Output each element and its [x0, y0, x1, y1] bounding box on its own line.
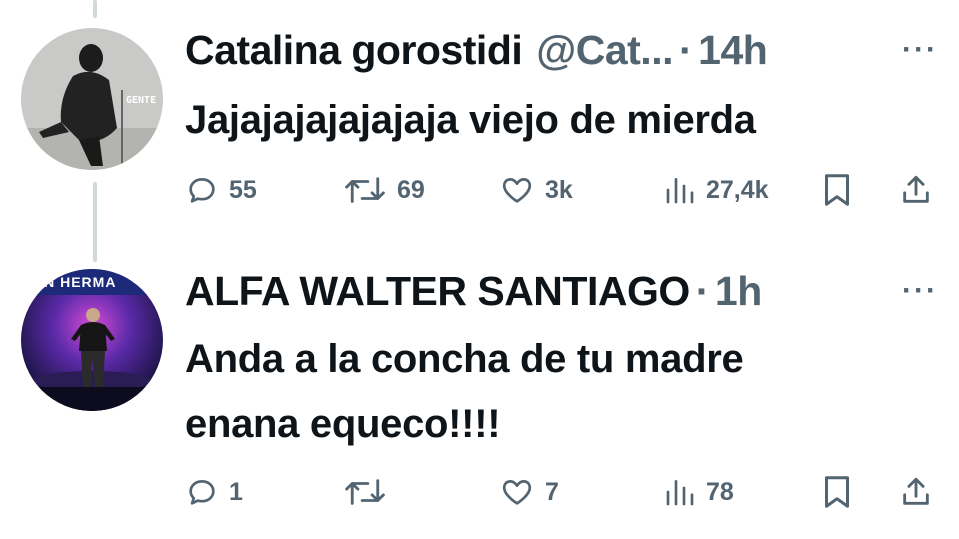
- like-button[interactable]: 7: [499, 470, 559, 514]
- like-count: 3k: [545, 175, 573, 204]
- user-handle[interactable]: @Cat...: [536, 27, 673, 74]
- reply-icon: [189, 480, 215, 505]
- more-options-icon[interactable]: ···: [902, 33, 938, 67]
- tweet-text-line-1: Anda a la concha de tu madre: [185, 337, 744, 381]
- tweet-text: Jajajajajajajaja viejo de mierda: [185, 98, 756, 142]
- display-name[interactable]: Catalina gorostidi: [185, 27, 523, 74]
- reply-count: 55: [229, 175, 257, 204]
- timestamp[interactable]: 14h: [698, 27, 768, 74]
- tweet-actions: 55 69 3k 27,4k: [185, 168, 935, 212]
- retweet-button[interactable]: [343, 470, 397, 514]
- tweet-header: ALFA WALTER SANTIAGO · 1h: [185, 266, 762, 316]
- share-button[interactable]: [899, 168, 933, 212]
- avatar-alfa[interactable]: AN HERMA: [21, 269, 163, 411]
- avatar-catalina[interactable]: GENTE: [21, 28, 163, 170]
- retweet-icon: [345, 479, 385, 505]
- tweet-actions: 1 7 78: [185, 470, 935, 514]
- thread-line-middle: [93, 182, 97, 262]
- reply-count: 1: [229, 477, 243, 506]
- like-button[interactable]: 3k: [499, 168, 573, 212]
- views-icon: [666, 178, 694, 204]
- share-button[interactable]: [899, 470, 933, 514]
- share-icon: [903, 477, 929, 505]
- views-count: 78: [706, 477, 734, 506]
- retweet-button[interactable]: 69: [343, 168, 425, 212]
- bookmark-icon: [825, 476, 849, 508]
- tweet-text-line-2: enana equeco!!!!: [185, 402, 501, 446]
- reply-icon: [189, 178, 215, 203]
- avatar-badge-text: GENTE: [126, 95, 157, 106]
- bookmark-button[interactable]: [822, 470, 852, 514]
- tweet-header: Catalina gorostidi @Cat... · 14h: [185, 25, 768, 75]
- bookmark-button[interactable]: [822, 168, 852, 212]
- reply-button[interactable]: 1: [185, 470, 243, 514]
- thread-line-top: [93, 0, 97, 18]
- avatar-banner-text: AN HERMA: [33, 274, 117, 290]
- timestamp[interactable]: 1h: [715, 268, 762, 315]
- separator-dot: ·: [695, 267, 710, 314]
- tweet-text: Anda a la concha de tu madre enana equec…: [185, 327, 925, 457]
- views-icon: [666, 480, 694, 506]
- separator-dot: ·: [678, 26, 693, 73]
- share-icon: [903, 175, 929, 203]
- retweet-count: 69: [397, 175, 425, 204]
- avatar-alfa-image: [21, 269, 163, 411]
- heart-icon: [502, 480, 532, 505]
- more-options-icon[interactable]: ···: [902, 274, 938, 308]
- like-count: 7: [545, 477, 559, 506]
- display-name[interactable]: ALFA WALTER SANTIAGO: [185, 268, 690, 315]
- reply-button[interactable]: 55: [185, 168, 257, 212]
- views-count: 27,4k: [706, 175, 769, 204]
- heart-icon: [502, 178, 532, 203]
- bookmark-icon: [825, 174, 849, 206]
- retweet-icon: [345, 177, 385, 203]
- views-button[interactable]: 78: [664, 470, 734, 514]
- views-button[interactable]: 27,4k: [664, 168, 769, 212]
